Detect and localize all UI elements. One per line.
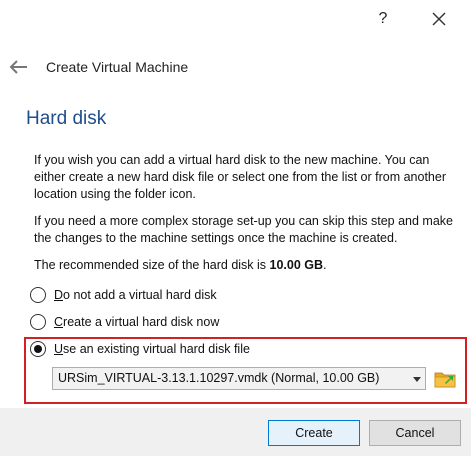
mnemonic: D (54, 288, 64, 302)
wizard-title: Create Virtual Machine (46, 59, 189, 75)
disk-file-select[interactable]: URSim_VIRTUAL-3.13.1.10297.vmdk (Normal,… (52, 367, 426, 390)
mnemonic: U (54, 342, 64, 356)
help-button[interactable]: ? (372, 8, 394, 30)
label-rest: se an existing virtual hard disk file (63, 342, 250, 356)
label-rest: o not add a virtual hard disk (63, 288, 217, 302)
recommended-size-value: 10.00 GB (269, 258, 324, 272)
description-paragraph: If you wish you can add a virtual hard d… (34, 153, 446, 201)
folder-icon (434, 372, 456, 388)
radio-label: Use an existing virtual hard disk file (54, 342, 250, 356)
radio-use-existing-disk[interactable]: Use an existing virtual hard disk file (30, 339, 250, 359)
cancel-button[interactable]: Cancel (369, 420, 461, 446)
choose-disk-file-button[interactable] (434, 367, 456, 389)
label-rest: reate a virtual hard disk now (63, 315, 220, 329)
radio-label: Do not add a virtual hard disk (54, 288, 217, 302)
radio-create-disk[interactable]: Create a virtual hard disk now (30, 312, 219, 332)
page-title: Hard disk (26, 108, 107, 129)
description-paragraph: If you need a more complex storage set-u… (34, 214, 453, 245)
wizard-header: Create Virtual Machine (0, 50, 471, 86)
recommended-size-suffix: . (323, 258, 327, 272)
back-button[interactable] (8, 58, 30, 76)
title-bar: ? (0, 0, 471, 38)
close-button[interactable] (428, 8, 450, 30)
radio-button[interactable] (30, 287, 46, 303)
arrow-left-icon (9, 60, 27, 74)
radio-button-checked[interactable] (30, 341, 46, 357)
radio-button[interactable] (30, 314, 46, 330)
create-button[interactable]: Create (268, 420, 360, 446)
disk-file-selected: URSim_VIRTUAL-3.13.1.10297.vmdk (Normal,… (58, 371, 380, 385)
recommended-size-prefix: The recommended size of the hard disk is (34, 258, 270, 272)
radio-no-disk[interactable]: Do not add a virtual hard disk (30, 285, 217, 305)
radio-label: Create a virtual hard disk now (54, 315, 219, 329)
button-bar: Create Cancel (0, 408, 471, 456)
close-icon (432, 12, 446, 26)
mnemonic: C (54, 315, 64, 329)
recommended-size-text: The recommended size of the hard disk is… (34, 258, 327, 272)
chevron-down-icon[interactable] (413, 377, 421, 382)
